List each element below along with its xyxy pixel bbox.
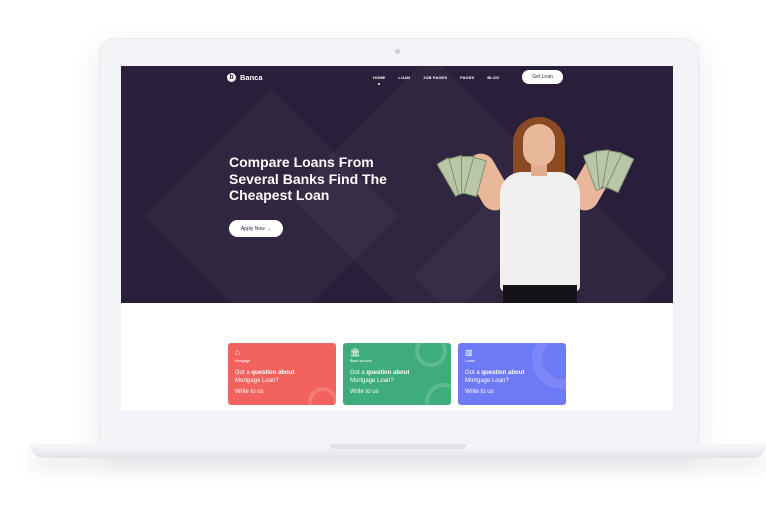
bank-icon: 🏛 <box>350 348 361 357</box>
person-shirt <box>500 172 580 292</box>
card-question: Got a question about Mortgage Loan? <box>350 370 410 384</box>
card-mortgage[interactable]: ⌂ Mortgage Got a question about Mortgage … <box>228 343 336 405</box>
card-question: Got a question about Mortgage Loan? <box>235 370 295 384</box>
write-to-us-link[interactable]: Write to us <box>350 389 379 395</box>
hero-headline-line: Several Banks Find The <box>229 170 387 187</box>
loans-icon: ▥ <box>465 348 473 357</box>
main-nav: HOME LOAN JOB PAGES PAGES BLOG <box>373 75 512 80</box>
hero-woman-with-money-image <box>436 114 635 303</box>
nav-item-home[interactable]: HOME <box>373 75 385 80</box>
laptop-notch <box>330 444 466 449</box>
write-to-us-link[interactable]: Write to us <box>235 389 264 395</box>
hero-headline-line: Compare Loans From <box>229 154 374 170</box>
hero-headline-line: Cheapest Loan <box>229 187 330 203</box>
person-face <box>523 124 555 166</box>
get-loan-button[interactable]: Get Loan <box>522 70 563 84</box>
laptop-camera <box>395 49 400 54</box>
hero-section: b Banca HOME LOAN JOB PAGES PAGES BLOG G… <box>121 66 673 303</box>
hero-headline: Compare Loans From Several Banks Find Th… <box>229 154 429 204</box>
card-loans[interactable]: ▥ Loans Got a question about Mortgage Loa… <box>458 343 566 405</box>
cash-left-icon <box>436 154 487 198</box>
logo-text: Banca <box>240 73 263 82</box>
card-tag: Bank account <box>350 359 372 363</box>
nav-item-loan[interactable]: LOAN <box>398 75 410 80</box>
nav-item-blog[interactable]: BLOG <box>487 75 499 80</box>
nav-item-job-pages[interactable]: JOB PAGES <box>423 75 447 80</box>
house-icon: ⌂ <box>235 348 240 357</box>
card-tag: Mortgage <box>235 359 251 363</box>
logo-icon: b <box>227 73 236 82</box>
cash-right-icon <box>582 148 635 194</box>
website-screen: b Banca HOME LOAN JOB PAGES PAGES BLOG G… <box>121 66 673 410</box>
nav-item-pages[interactable]: PAGES <box>460 75 474 80</box>
person-pants <box>503 285 577 303</box>
card-tag: Loans <box>465 359 475 363</box>
site-logo[interactable]: b Banca <box>227 73 263 82</box>
card-bank-account[interactable]: 🏛 Bank account Got a question about Mortg… <box>343 343 451 405</box>
write-to-us-link[interactable]: Write to us <box>465 389 494 395</box>
card-question: Got a question about Mortgage Loan? <box>465 370 525 384</box>
apply-now-button[interactable]: Apply Now → <box>229 220 283 237</box>
